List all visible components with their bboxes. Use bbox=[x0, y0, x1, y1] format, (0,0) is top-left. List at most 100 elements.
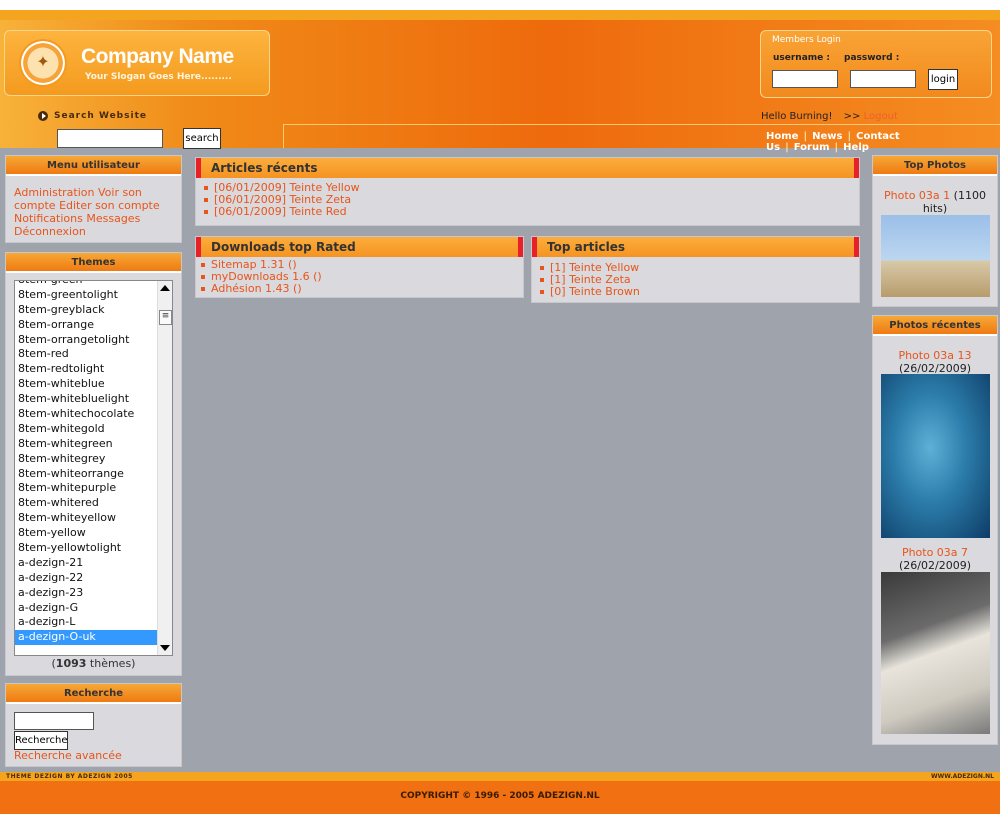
top-photos-title: Top Photos bbox=[873, 156, 997, 176]
theme-count-number: 1093 bbox=[55, 657, 87, 670]
theme-options: 8tem-green8tem-greentolight8tem-greyblac… bbox=[15, 281, 158, 646]
advanced-search-link[interactable]: Recherche avancée bbox=[14, 749, 122, 762]
logo-box[interactable]: ✦ Company Name Your Slogan Goes Here....… bbox=[4, 30, 270, 96]
themes-panel: Themes 8tem-green8tem-greentolight8tem-g… bbox=[5, 252, 182, 676]
top-photo-link[interactable]: Photo 03a 1 bbox=[884, 189, 950, 202]
username-label: username : bbox=[773, 53, 831, 63]
top-articles-list: [1] Teinte Yellow [1] Teinte Zeta [0] Te… bbox=[540, 262, 640, 298]
recent-articles-box: Articles récents [06/01/2009] Teinte Yel… bbox=[195, 157, 860, 226]
login-title: Members Login bbox=[772, 35, 841, 45]
top-articles-title: Top articles bbox=[532, 237, 859, 257]
nav-help[interactable]: Help bbox=[843, 142, 869, 153]
downloads-title: Downloads top Rated bbox=[196, 237, 523, 257]
user-menu-notifications[interactable]: Notifications bbox=[14, 212, 83, 225]
camel-photo[interactable] bbox=[881, 215, 990, 297]
theme-option[interactable]: 8tem-whiteyellow bbox=[15, 511, 158, 526]
user-menu-logout[interactable]: Déconnexion bbox=[14, 225, 86, 238]
theme-option[interactable]: 8tem-whiteorrange bbox=[15, 467, 158, 482]
theme-count: (1093 thèmes) bbox=[51, 657, 136, 670]
theme-option[interactable]: 8tem-whitepurple bbox=[15, 481, 158, 496]
greeting-arrow: >> bbox=[843, 111, 861, 122]
downloads-box: Downloads top Rated Sitemap 1.31 () myDo… bbox=[195, 236, 524, 298]
theme-option[interactable]: 8tem-orrangetolight bbox=[15, 333, 158, 348]
scroll-up-icon[interactable] bbox=[160, 285, 170, 291]
scroll-thumb[interactable]: ≡ bbox=[159, 310, 172, 325]
list-item[interactable]: [0] Teinte Brown bbox=[540, 286, 640, 298]
theme-option[interactable]: a-dezign-21 bbox=[15, 556, 158, 571]
members-login-box: Members Login username : password : logi… bbox=[760, 30, 992, 98]
password-field[interactable] bbox=[850, 70, 916, 88]
theme-option[interactable]: 8tem-whitegold bbox=[15, 422, 158, 437]
login-button[interactable]: login bbox=[928, 69, 958, 90]
list-item[interactable]: [06/01/2009] Teinte Red bbox=[204, 206, 360, 218]
recherche-input[interactable] bbox=[14, 712, 94, 730]
header: ✦ Company Name Your Slogan Goes Here....… bbox=[0, 20, 1000, 153]
user-menu-title: Menu utilisateur bbox=[6, 156, 181, 176]
user-menu-panel: Menu utilisateur Administration Voir son… bbox=[5, 155, 182, 243]
nav-home[interactable]: Home bbox=[766, 131, 798, 142]
recent-photos-panel: Photos récentes Photo 03a 13 (26/02/2009… bbox=[872, 315, 998, 745]
recent-photo-caption: Photo 03a 7 (26/02/2009) bbox=[873, 546, 997, 572]
theme-option[interactable]: 8tem-whitered bbox=[15, 496, 158, 511]
dolphin-photo[interactable] bbox=[881, 374, 990, 538]
user-menu-messages[interactable]: Messages bbox=[86, 212, 140, 225]
user-menu-edit-account[interactable]: Editer son compte bbox=[59, 199, 160, 212]
theme-option[interactable]: a-dezign-G bbox=[15, 601, 158, 616]
theme-list-scrollbar[interactable]: ≡ bbox=[157, 281, 172, 655]
theme-option[interactable]: a-dezign-23 bbox=[15, 586, 158, 601]
theme-option[interactable]: 8tem-whitegrey bbox=[15, 452, 158, 467]
recent-photo-link[interactable]: Photo 03a 13 bbox=[898, 349, 971, 362]
recent-photos-title: Photos récentes bbox=[873, 316, 997, 336]
top-photos-panel: Top Photos Photo 03a 1 (1100 hits) bbox=[872, 155, 998, 307]
company-name: Company Name bbox=[81, 45, 234, 68]
scroll-down-icon[interactable] bbox=[160, 645, 170, 651]
nav-forum[interactable]: Forum bbox=[794, 142, 830, 153]
recherche-title: Recherche bbox=[6, 684, 181, 704]
search-button[interactable]: search bbox=[183, 128, 221, 149]
nav-news[interactable]: News bbox=[812, 131, 842, 142]
search-website-label: Search Website bbox=[54, 111, 147, 121]
theme-option[interactable]: 8tem-greyblack bbox=[15, 303, 158, 318]
theme-option[interactable]: 8tem-orrange bbox=[15, 318, 158, 333]
recent-photo-caption: Photo 03a 13 (26/02/2009) bbox=[873, 349, 997, 375]
logout-link[interactable]: Logout bbox=[864, 111, 898, 122]
username-field[interactable] bbox=[772, 70, 838, 88]
search-input[interactable] bbox=[57, 129, 163, 148]
top-nav: Home | News | Contact Us | Forum | Help bbox=[766, 131, 900, 153]
polar-bear-photo[interactable] bbox=[881, 572, 990, 734]
theme-option[interactable]: a-dezign-22 bbox=[15, 571, 158, 586]
theme-option[interactable]: 8tem-yellow bbox=[15, 526, 158, 541]
theme-option[interactable]: 8tem-whitebluelight bbox=[15, 392, 158, 407]
themes-title: Themes bbox=[6, 253, 181, 273]
footer-credit: THEME DEZIGN BY ADEZIGN 2005 bbox=[6, 773, 133, 780]
user-menu-links: Administration Voir son compte Editer so… bbox=[14, 186, 174, 238]
recherche-button[interactable]: Recherche bbox=[14, 731, 68, 750]
nav-divider-vertical bbox=[283, 124, 284, 148]
recherche-panel: Recherche Recherche Recherche avancée bbox=[5, 683, 182, 767]
recent-articles-title: Articles récents bbox=[196, 158, 859, 178]
copyright-text: COPYRIGHT © 1996 - 2005 ADEZIGN.NL bbox=[400, 791, 600, 801]
footer-site-link[interactable]: WWW.ADEZIGN.NL bbox=[931, 773, 994, 780]
company-slogan: Your Slogan Goes Here......... bbox=[85, 72, 232, 82]
theme-select-list[interactable]: 8tem-green8tem-greentolight8tem-greyblac… bbox=[14, 280, 173, 656]
theme-option[interactable]: 8tem-yellowtolight bbox=[15, 541, 158, 556]
recent-photo-link[interactable]: Photo 03a 7 bbox=[902, 546, 968, 559]
theme-option[interactable]: 8tem-greentolight bbox=[15, 288, 158, 303]
list-item[interactable]: Adhésion 1.43 () bbox=[201, 283, 322, 295]
theme-option[interactable]: 8tem-whitegreen bbox=[15, 437, 158, 452]
greeting: Hello Burning! >> Logout bbox=[761, 111, 898, 122]
recent-articles-list: [06/01/2009] Teinte Yellow [06/01/2009] … bbox=[204, 182, 360, 218]
logo-icon: ✦ bbox=[19, 39, 67, 87]
nav-divider bbox=[283, 124, 1000, 125]
downloads-list: Sitemap 1.31 () myDownloads 1.6 () Adhés… bbox=[201, 259, 322, 295]
theme-option[interactable]: 8tem-whiteblue bbox=[15, 377, 158, 392]
theme-option[interactable]: 8tem-redtolight bbox=[15, 362, 158, 377]
arrow-right-icon bbox=[38, 111, 48, 121]
theme-option[interactable]: 8tem-whitechocolate bbox=[15, 407, 158, 422]
theme-option[interactable]: 8tem-green bbox=[15, 281, 158, 288]
top-photo-caption: Photo 03a 1 (1100 hits) bbox=[873, 189, 997, 215]
theme-option[interactable]: 8tem-red bbox=[15, 347, 158, 362]
theme-option[interactable]: a-dezign-L bbox=[15, 615, 158, 630]
user-menu-admin[interactable]: Administration bbox=[14, 186, 95, 199]
theme-option[interactable]: a-dezign-O-uk bbox=[15, 630, 158, 646]
